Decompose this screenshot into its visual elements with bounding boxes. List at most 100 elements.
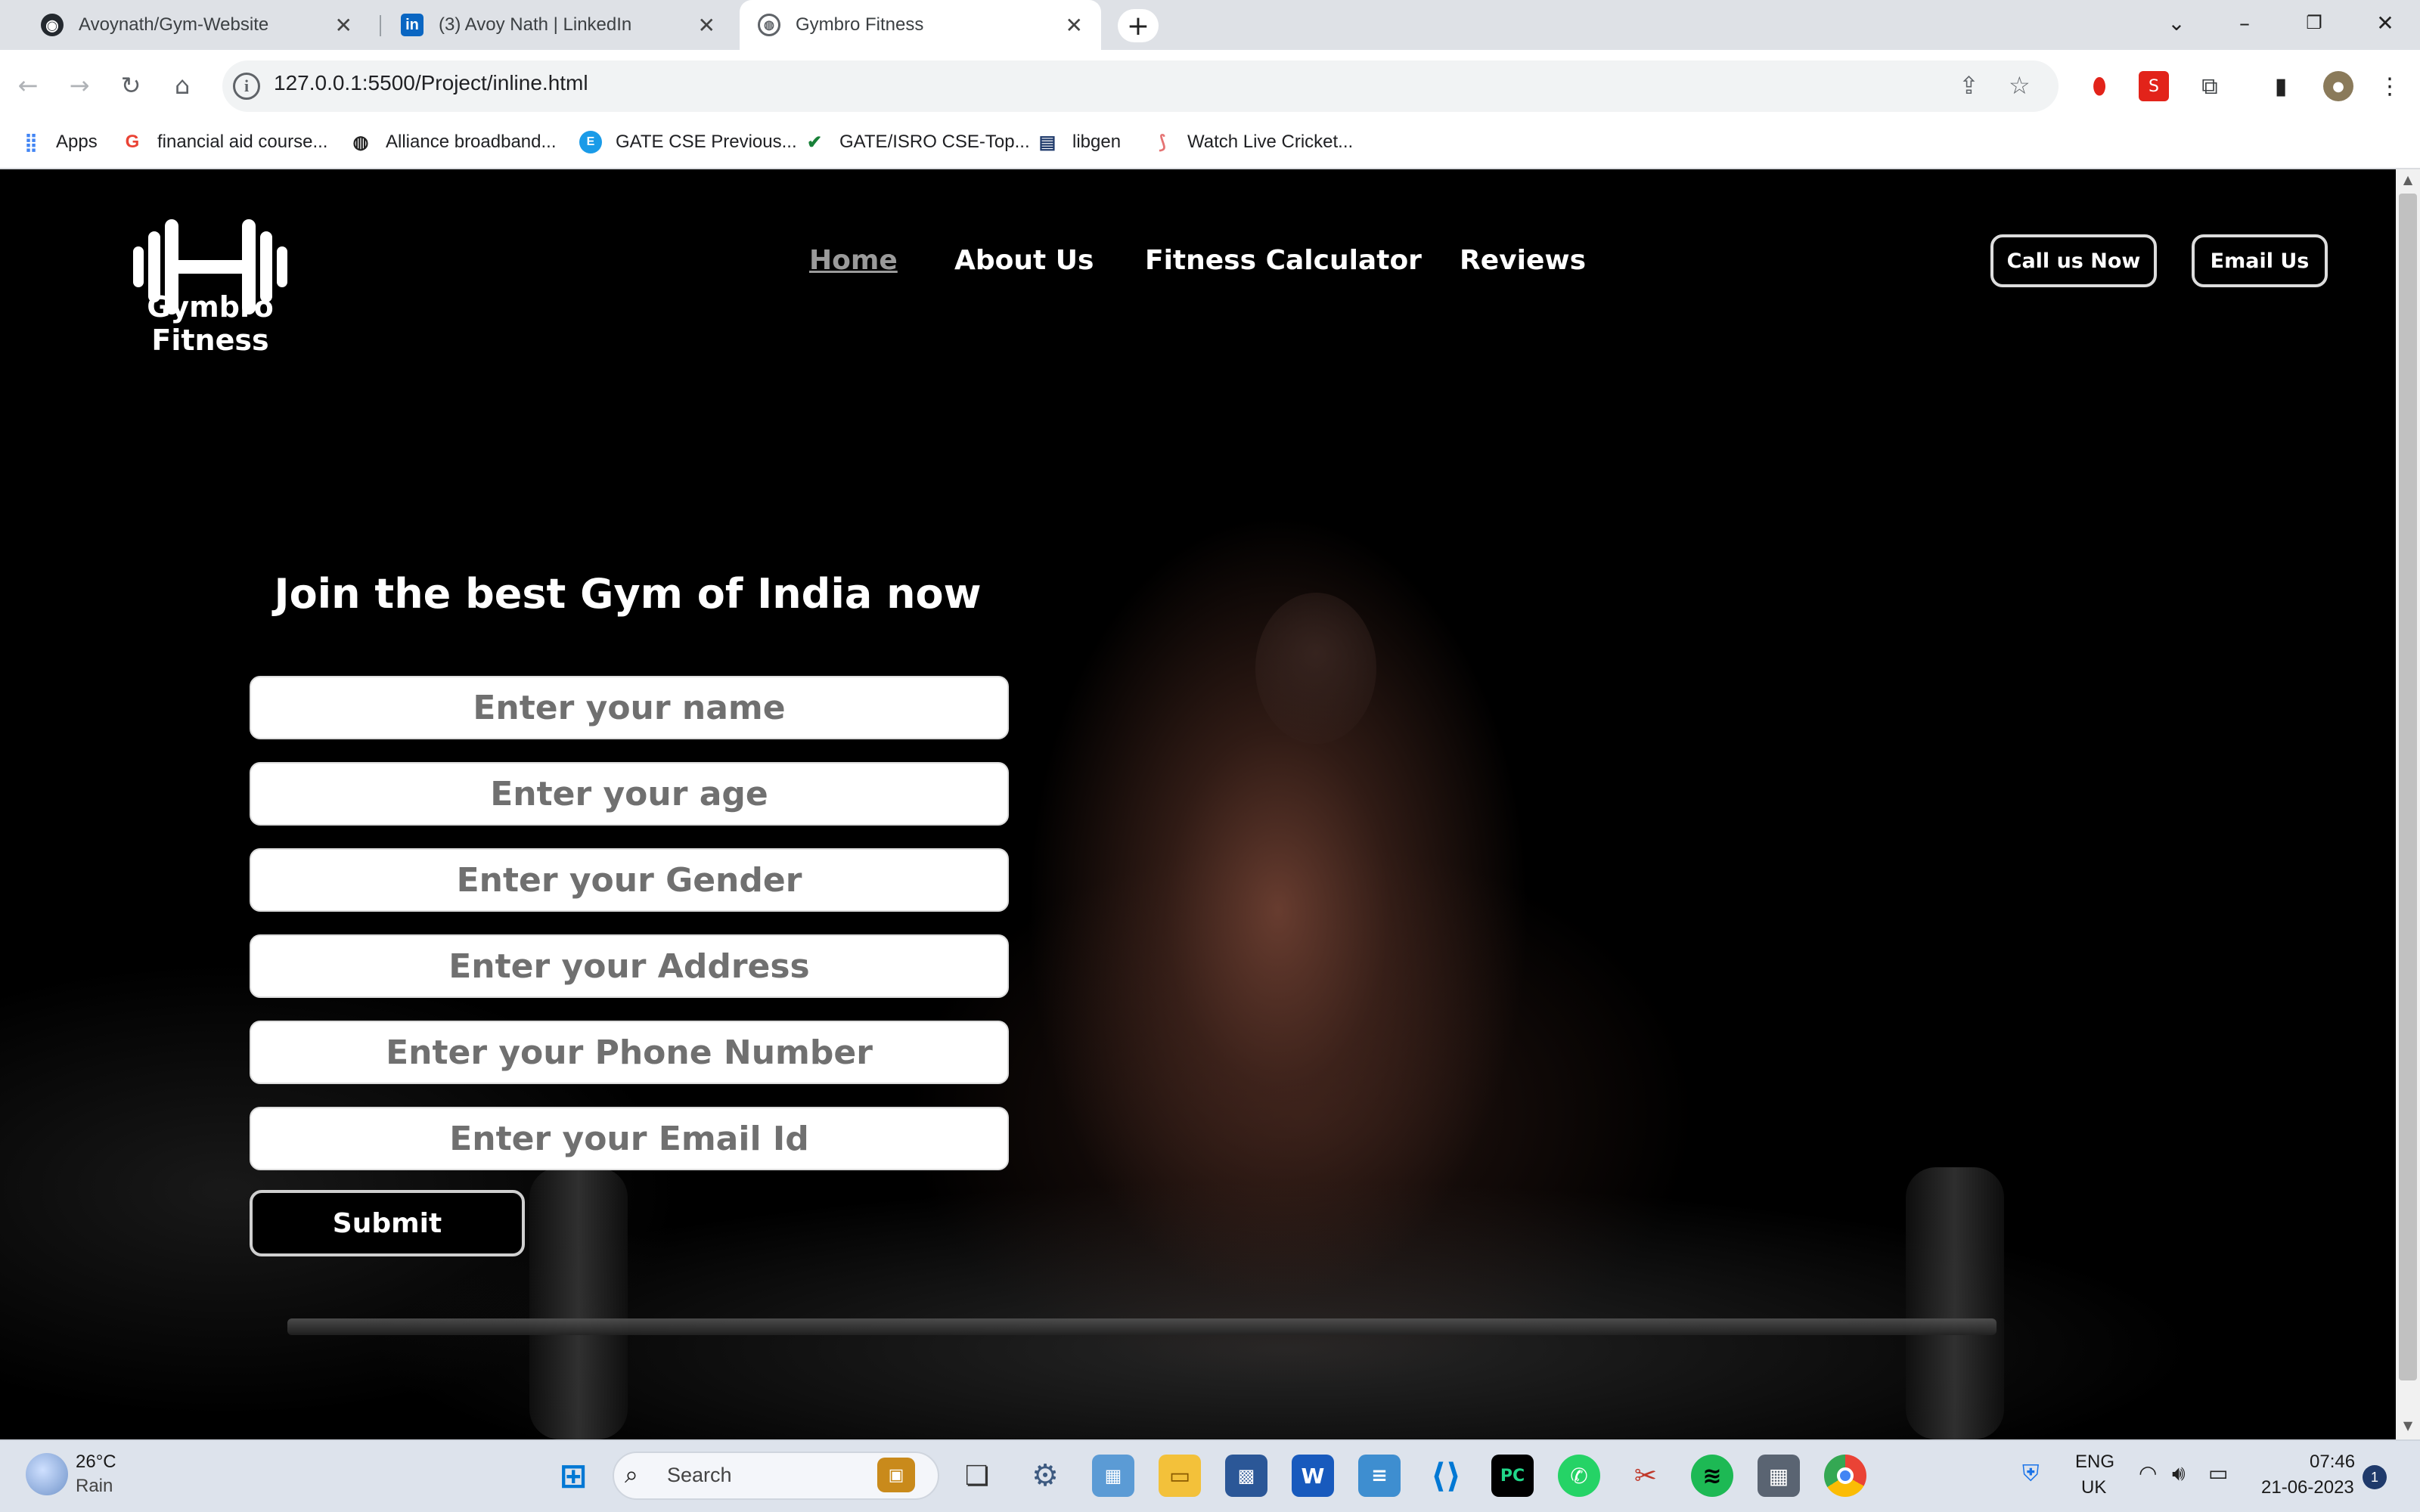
calculator-icon[interactable]: ▦ (1758, 1455, 1800, 1497)
word-icon[interactable]: W (1292, 1455, 1334, 1497)
barbell-plate-left (529, 1167, 628, 1439)
browser-menu-icon[interactable]: ⋮ (2375, 71, 2405, 101)
bookmark-cricket[interactable]: ⟆ Watch Live Cricket... (1151, 127, 1353, 157)
window-close-icon[interactable]: ✕ (2363, 0, 2408, 45)
brand-name[interactable]: Gymbro Fitness (89, 290, 331, 357)
clock-date[interactable]: 21-06-2023 (2261, 1477, 2354, 1498)
clock-time[interactable]: 07:46 (2310, 1452, 2355, 1473)
site-info-icon[interactable]: i (233, 73, 260, 100)
keyboard-layout-indicator[interactable]: UK (2081, 1477, 2106, 1498)
bookmark-star-icon[interactable]: ☆ (2009, 71, 2031, 100)
submit-button[interactable]: Submit (250, 1190, 525, 1256)
home-icon[interactable]: ⌂ (165, 68, 200, 103)
github-icon: ◉ (41, 14, 64, 36)
share-icon[interactable]: ⇪ (1959, 71, 1979, 100)
nav-fitness-calculator[interactable]: Fitness Calculator (1145, 245, 1422, 276)
forward-icon[interactable]: → (62, 68, 97, 103)
scrollbar-thumb[interactable] (2399, 194, 2417, 1380)
globe-icon: ◍ (352, 132, 369, 153)
linkedin-icon: in (401, 14, 424, 36)
gender-input[interactable]: Enter your Gender (250, 848, 1009, 912)
weather-temperature[interactable]: 26°C (76, 1452, 116, 1473)
chrome-icon[interactable] (1824, 1455, 1866, 1497)
whatsapp-icon[interactable]: ✆ (1558, 1455, 1600, 1497)
address-input[interactable]: Enter your Address (250, 934, 1009, 998)
call-us-now-button[interactable]: Call us Now (1990, 234, 2157, 287)
close-icon[interactable]: ✕ (335, 13, 352, 38)
bookmark-label: GATE/ISRO CSE-Top... (839, 132, 1030, 152)
task-view-icon[interactable]: ❏ (956, 1455, 998, 1497)
notification-badge[interactable]: 1 (2363, 1465, 2387, 1489)
form-title: Join the best Gym of India now (274, 570, 982, 618)
windows-start-icon[interactable]: ⊞ (552, 1455, 594, 1497)
check-icon: ✔ (806, 132, 823, 153)
new-tab-button[interactable]: + (1118, 9, 1159, 42)
tab-separator (380, 15, 381, 36)
globe-icon: ◍ (758, 14, 780, 36)
language-indicator[interactable]: ENG (2075, 1452, 2114, 1473)
bookmark-gate-isro[interactable]: ✔ GATE/ISRO CSE-Top... (803, 127, 1030, 157)
search-icon: ⌕ (625, 1461, 638, 1488)
windows-taskbar (0, 1439, 2420, 1512)
snipping-tool-icon[interactable]: ✂ (1624, 1455, 1667, 1497)
bookmark-label: Apps (56, 132, 98, 152)
bookmark-apps[interactable]: ⣿ Apps (20, 127, 98, 157)
pycharm-icon[interactable]: PC (1491, 1455, 1534, 1497)
apps-grid-icon: ⣿ (24, 132, 38, 153)
settings-gear-icon[interactable]: ⚙ (1024, 1455, 1066, 1497)
cricket-icon: ⟆ (1159, 132, 1166, 153)
weather-description[interactable]: Rain (76, 1476, 113, 1497)
bookmark-libgen[interactable]: ▤ libgen (1036, 127, 1121, 157)
email-input[interactable]: Enter your Email Id (250, 1107, 1009, 1170)
tab-gymbro[interactable]: ◍ Gymbro Fitness ✕ (740, 0, 1101, 50)
weather-rain-icon[interactable] (26, 1453, 68, 1495)
phone-input[interactable]: Enter your Phone Number (250, 1021, 1009, 1084)
nav-home[interactable]: Home (809, 245, 898, 276)
microsoft-store-icon[interactable]: ▩ (1225, 1455, 1267, 1497)
bookmark-gate-previous[interactable]: E GATE CSE Previous... (579, 127, 797, 157)
book-icon: ▤ (1038, 132, 1056, 153)
tab-github[interactable]: ◉ Avoynath/Gym-Website ✕ (23, 0, 371, 50)
bookmark-label: GATE CSE Previous... (616, 132, 797, 152)
bookmark-label: libgen (1072, 132, 1122, 152)
bookmark-label: financial aid course... (157, 132, 328, 152)
url-text[interactable]: 127.0.0.1:5500/Project/inline.html (274, 71, 588, 95)
email-us-button[interactable]: Email Us (2192, 234, 2328, 287)
page-viewport: Gymbro Fitness Home About Us Fitness Cal… (0, 169, 2396, 1439)
scroll-down-icon[interactable]: ▼ (2399, 1418, 2417, 1436)
tab-search-chevron-icon[interactable]: ⌄ (2154, 0, 2199, 45)
volume-icon[interactable]: 🔊︎ (2172, 1461, 2186, 1486)
close-icon[interactable]: ✕ (1066, 13, 1083, 38)
extensions-puzzle-icon[interactable]: ⧉ (2195, 71, 2225, 101)
vscode-icon[interactable]: ⟨⟩ (1425, 1455, 1467, 1497)
spotify-icon[interactable]: ≋ (1691, 1455, 1733, 1497)
profile-avatar[interactable]: ● (2323, 71, 2353, 101)
opera-extension-icon[interactable]: ⬮ (2084, 71, 2114, 101)
age-input[interactable]: Enter your age (250, 762, 1009, 826)
tab-title: Gymbro Fitness (796, 14, 924, 35)
restore-icon[interactable]: ❐ (2291, 0, 2337, 45)
tab-linkedin[interactable]: in (3) Avoy Nath | LinkedIn ✕ (383, 0, 734, 50)
battery-icon[interactable]: ▭ (2208, 1461, 2228, 1486)
barbell-bar (287, 1318, 1996, 1335)
athlete-figure (1255, 593, 1376, 744)
bookmark-label: Alliance broadband... (386, 132, 557, 152)
wifi-icon[interactable]: ◠ (2139, 1461, 2157, 1486)
scroll-up-icon[interactable]: ▲ (2399, 172, 2417, 191)
nav-about-us[interactable]: About Us (954, 245, 1094, 276)
defender-shield-icon[interactable]: ⛨ (2022, 1461, 2040, 1487)
red-extension-icon[interactable]: S (2139, 71, 2169, 101)
file-explorer-icon[interactable]: ▭ (1159, 1455, 1201, 1497)
control-panel-icon[interactable]: ▦ (1092, 1455, 1134, 1497)
nav-reviews[interactable]: Reviews (1460, 245, 1586, 276)
back-icon[interactable]: ← (11, 68, 45, 103)
bookmark-alliance[interactable]: ◍ Alliance broadband... (349, 127, 557, 157)
briefcase-icon[interactable]: ▣ (877, 1458, 915, 1492)
name-input[interactable]: Enter your name (250, 676, 1009, 739)
side-panel-icon[interactable]: ▮ (2266, 71, 2296, 101)
reload-icon[interactable]: ↻ (113, 68, 148, 103)
minimize-icon[interactable]: – (2222, 0, 2267, 45)
close-icon[interactable]: ✕ (698, 13, 715, 38)
notepad-icon[interactable]: ≡ (1358, 1455, 1401, 1497)
bookmark-financial-aid[interactable]: G financial aid course... (121, 127, 328, 157)
